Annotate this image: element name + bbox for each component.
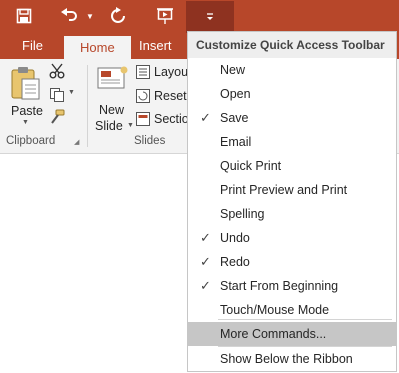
reset-icon <box>136 89 150 103</box>
paste-label: Paste <box>11 104 43 118</box>
menu-item-label: Email <box>220 135 252 149</box>
menu-item-label: Save <box>220 111 249 125</box>
show-below-ribbon-label: Show Below the Ribbon <box>220 352 353 366</box>
menu-item-label: New <box>220 63 246 77</box>
reset-label: Reset <box>154 89 187 103</box>
cut-button[interactable] <box>49 63 69 81</box>
more-commands-item[interactable]: More Commands... <box>188 322 396 346</box>
new-slide-icon <box>97 66 128 89</box>
menu-item[interactable]: Quick Print <box>188 154 396 178</box>
dialog-launcher-icon[interactable]: ◢ <box>74 138 79 146</box>
checkmark-icon: ✓ <box>200 254 211 269</box>
menu-title: Customize Quick Access Toolbar <box>188 32 396 58</box>
checkmark-icon: ✓ <box>200 230 211 245</box>
menu-item[interactable]: Email <box>188 130 396 154</box>
menu-item[interactable]: ✓ Undo <box>188 226 396 250</box>
format-painter-button[interactable] <box>49 109 69 127</box>
copy-button[interactable]: ▼ <box>49 87 79 105</box>
paintbrush-icon <box>51 109 65 124</box>
menu-item[interactable]: Spelling <box>188 202 396 226</box>
customize-qat-button[interactable] <box>186 1 234 33</box>
undo-dropdown-button[interactable]: ▼ <box>84 4 96 28</box>
copy-icon <box>50 88 64 102</box>
layout-button[interactable]: Layou <box>136 65 188 83</box>
group-label-clipboard: Clipboard <box>6 135 56 147</box>
save-icon <box>16 8 32 24</box>
chevron-down-icon: ▼ <box>127 122 134 129</box>
scissors-icon <box>49 63 65 79</box>
new-slide-button[interactable]: New Slide ▼ <box>93 63 134 133</box>
chevron-down-icon: ▼ <box>22 119 29 126</box>
checkmark-icon: ✓ <box>200 278 211 293</box>
section-label: Sectio <box>154 112 189 126</box>
menu-separator <box>218 319 392 320</box>
menu-item[interactable]: ✓ Redo <box>188 250 396 274</box>
redo-icon <box>111 7 125 23</box>
menu-item-label: Undo <box>220 231 250 245</box>
show-below-ribbon-item[interactable]: Show Below the Ribbon <box>188 347 396 371</box>
group-divider <box>87 65 88 147</box>
menu-item-label: Quick Print <box>220 159 282 173</box>
section-icon <box>136 112 150 126</box>
group-label-slides: Slides <box>134 135 166 147</box>
menu-item[interactable]: New <box>188 58 396 82</box>
new-slide-label: New <box>99 103 125 117</box>
tab-file[interactable]: File <box>6 33 59 59</box>
new-slide-label-2: Slide <box>95 119 123 133</box>
start-from-beginning-button[interactable] <box>152 4 178 28</box>
undo-icon <box>61 8 77 21</box>
menu-item[interactable]: Print Preview and Print <box>188 178 396 202</box>
quick-access-toolbar: ▼ <box>0 0 399 33</box>
tab-home[interactable]: Home <box>64 36 131 59</box>
paste-icon <box>11 67 40 100</box>
menu-item-label: Start From Beginning <box>220 279 339 293</box>
layout-icon <box>136 65 150 79</box>
section-button[interactable]: Sectio <box>136 112 189 130</box>
customize-qat-menu: Customize Quick Access Toolbar New Open ✓ S… <box>187 31 397 372</box>
menu-item-label: Redo <box>220 255 250 269</box>
save-button[interactable] <box>10 4 38 28</box>
undo-button[interactable] <box>56 4 82 28</box>
chevron-down-icon: ▼ <box>86 11 94 21</box>
menu-item[interactable]: ✓ Save <box>188 106 396 130</box>
layout-label: Layou <box>154 65 189 79</box>
menu-item[interactable]: Open <box>188 82 396 106</box>
menu-item-label: Print Preview and Print <box>220 183 348 197</box>
menu-item-label: Touch/Mouse Mode <box>220 303 330 317</box>
menu-item[interactable]: ✓ Start From Beginning <box>188 274 396 298</box>
customize-qat-icon <box>207 13 213 20</box>
tab-insert[interactable]: Insert <box>123 33 188 59</box>
checkmark-icon: ✓ <box>200 110 211 125</box>
menu-item-label: Spelling <box>220 207 265 221</box>
paste-button[interactable]: Paste ▼ <box>6 63 46 127</box>
slideshow-icon <box>157 8 173 24</box>
reset-button[interactable]: Reset <box>136 89 188 107</box>
chevron-down-icon: ▼ <box>68 89 75 96</box>
menu-item-label: Open <box>220 87 251 101</box>
more-commands-label: More Commands... <box>220 327 327 341</box>
redo-button[interactable] <box>106 4 130 28</box>
